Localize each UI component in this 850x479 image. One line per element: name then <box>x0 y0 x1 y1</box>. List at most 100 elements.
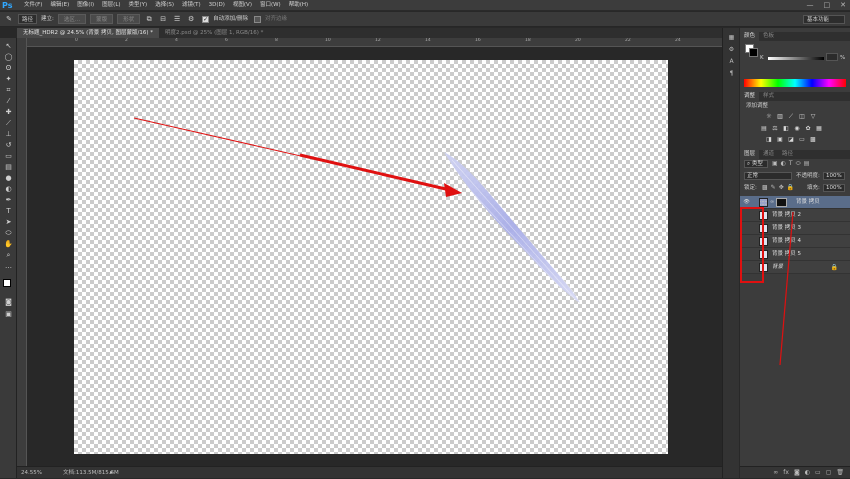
channel-mixer-icon[interactable]: ✿ <box>804 125 812 132</box>
new-layer-icon[interactable]: ▢ <box>826 467 832 478</box>
status-menu-arrow-icon[interactable]: ▸ <box>110 467 113 479</box>
fx-icon[interactable]: fx <box>783 467 789 478</box>
threshold-icon[interactable]: ◪ <box>787 136 795 143</box>
foreground-color-swatch[interactable] <box>3 279 11 287</box>
character-panel-icon[interactable]: A <box>727 58 736 66</box>
layer-row[interactable]: 背景 拷贝 4 <box>740 235 850 248</box>
link-icon[interactable]: ∞ <box>770 199 774 205</box>
tab-inactive-document[interactable]: 明度2.psd @ 25% (图层 1, RGB/16) * <box>159 28 269 38</box>
document-canvas[interactable] <box>74 60 668 454</box>
photo-filter-icon[interactable]: ◉ <box>793 125 801 132</box>
selective-color-icon[interactable]: ▩ <box>809 136 817 143</box>
layer-row[interactable]: 背景 拷贝 3 <box>740 222 850 235</box>
eraser-tool-icon[interactable]: ▭ <box>3 152 14 161</box>
layer-row[interactable]: 背景 拷贝 5 <box>740 248 850 261</box>
brush-tool-icon[interactable]: ⟋ <box>3 119 14 128</box>
pen-tool-icon[interactable]: ✒ <box>3 196 14 205</box>
eye-icon[interactable] <box>743 264 750 271</box>
dodge-tool-icon[interactable]: ◐ <box>3 185 14 194</box>
gradient-map-icon[interactable]: ▭ <box>798 136 806 143</box>
properties-panel-icon[interactable]: ⚙ <box>727 46 736 54</box>
group-folder-icon[interactable]: ▭ <box>815 467 821 478</box>
link-layers-icon[interactable]: ∞ <box>773 467 778 478</box>
path-alignment-icon[interactable]: ⊟ <box>158 14 168 24</box>
paragraph-panel-icon[interactable]: ¶ <box>727 70 736 78</box>
posterize-icon[interactable]: ▣ <box>776 136 784 143</box>
filter-icons[interactable]: ▣◐T⬭▤ <box>772 160 812 168</box>
gradient-tool-icon[interactable]: ▤ <box>3 163 14 172</box>
eyedropper-tool-icon[interactable]: ⁄ <box>3 97 14 106</box>
curves-icon[interactable]: ⟋ <box>787 113 795 120</box>
stamp-tool-icon[interactable]: ⊥ <box>3 130 14 139</box>
eye-icon[interactable] <box>743 225 750 232</box>
color-balance-icon[interactable]: ⚖ <box>771 125 779 132</box>
hue-saturation-icon[interactable]: ▤ <box>760 125 768 132</box>
k-value-field[interactable] <box>826 53 838 61</box>
adjustment-layer-icon[interactable]: ◐ <box>805 467 810 478</box>
trash-icon[interactable]: 🗑 <box>836 467 844 478</box>
layer-mask-thumbnail[interactable] <box>776 198 787 207</box>
path-operations-icon[interactable]: ⧉ <box>144 14 154 24</box>
menu-item[interactable]: 选择(S) <box>151 0 178 11</box>
black-white-icon[interactable]: ◧ <box>782 125 790 132</box>
menu-item[interactable]: 3D(D) <box>205 0 229 11</box>
eye-icon[interactable] <box>743 212 750 219</box>
tab-styles[interactable]: 样式 <box>759 92 778 101</box>
k-slider-track[interactable] <box>768 57 824 60</box>
menu-item[interactable]: 图像(I) <box>73 0 98 11</box>
pen-tool-icon[interactable]: ✎ <box>4 14 14 24</box>
mask-button[interactable]: 蒙版 <box>90 14 114 24</box>
vibrance-icon[interactable]: ▽ <box>809 113 817 120</box>
history-brush-tool-icon[interactable]: ↺ <box>3 141 14 150</box>
tab-swatches[interactable]: 色板 <box>759 32 778 41</box>
healing-tool-icon[interactable]: ✚ <box>3 108 14 117</box>
more-tools-icon[interactable]: … <box>3 262 14 271</box>
eye-icon[interactable] <box>743 238 750 245</box>
shape-tool-icon[interactable]: ⬭ <box>3 229 14 238</box>
path-select-tool-icon[interactable]: ➤ <box>3 218 14 227</box>
maximize-button[interactable]: □ <box>824 0 831 11</box>
marquee-tool-icon[interactable]: ◯ <box>3 53 14 62</box>
selection-button[interactable]: 选区... <box>57 14 87 24</box>
menu-item[interactable]: 帮助(H) <box>285 0 312 11</box>
tab-adjustments[interactable]: 调整 <box>740 92 760 101</box>
layer-kind-filter[interactable]: ⌕ 类型 <box>744 160 768 168</box>
brightness-icon[interactable]: ☼ <box>765 113 773 120</box>
add-mask-icon[interactable]: ◙ <box>794 467 800 478</box>
close-button[interactable]: ✕ <box>840 0 846 11</box>
invert-icon[interactable]: ◨ <box>765 136 773 143</box>
bg-color-swatch[interactable] <box>749 48 758 57</box>
blend-mode-select[interactable]: 正常 <box>744 172 792 180</box>
auto-add-delete-checkbox[interactable]: ✓ <box>202 15 210 23</box>
menu-item[interactable]: 编辑(E) <box>46 0 73 11</box>
color-spectrum[interactable] <box>744 79 846 87</box>
color-lookup-icon[interactable]: ▦ <box>815 125 823 132</box>
screen-mode-icon[interactable]: ▣ <box>3 310 14 319</box>
path-arrangement-icon[interactable]: ☰ <box>172 14 182 24</box>
quick-select-tool-icon[interactable]: ✦ <box>3 75 14 84</box>
fill-field[interactable]: 100% <box>823 184 845 192</box>
align-edges-checkbox[interactable] <box>254 15 262 23</box>
zoom-level[interactable]: 24.55% <box>21 467 42 479</box>
layer-row[interactable]: 背景 🔒 <box>740 261 850 274</box>
menu-item[interactable]: 滤镜(T) <box>178 0 205 11</box>
menu-item[interactable]: 视图(V) <box>229 0 256 11</box>
history-panel-icon[interactable]: ▦ <box>727 34 736 42</box>
layer-row[interactable]: 👁 ∞ 背景 拷贝 <box>740 196 850 209</box>
eye-icon[interactable] <box>743 251 750 258</box>
lock-icons[interactable]: ▩✎✥🔒 <box>762 184 797 191</box>
eye-icon[interactable]: 👁 <box>743 199 750 206</box>
tab-active-document[interactable]: 无标题_HDR2 @ 24.5% (背景 拷贝, 图层蒙版/16) * <box>17 28 160 38</box>
menu-item[interactable]: 图层(L) <box>98 0 124 11</box>
menu-item[interactable]: 文件(F) <box>20 0 46 11</box>
blur-tool-icon[interactable]: ● <box>3 174 14 183</box>
levels-icon[interactable]: ▥ <box>776 113 784 120</box>
crop-tool-icon[interactable]: ⌗ <box>3 86 14 95</box>
tab-paths[interactable]: 路径 <box>778 150 797 159</box>
zoom-tool-icon[interactable]: ⌕ <box>3 251 14 260</box>
move-tool-icon[interactable]: ↖ <box>3 42 14 51</box>
menu-item[interactable]: 窗口(W) <box>256 0 285 11</box>
type-tool-icon[interactable]: T <box>3 207 14 216</box>
gear-icon[interactable]: ⚙ <box>186 14 196 24</box>
exposure-icon[interactable]: ◫ <box>798 113 806 120</box>
